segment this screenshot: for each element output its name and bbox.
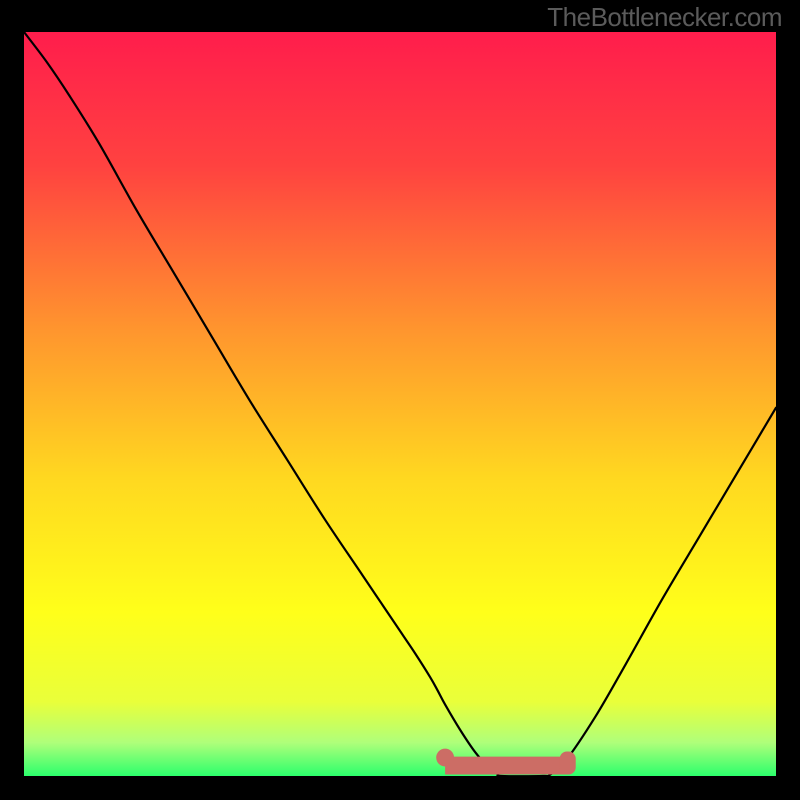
- chart-canvas: [24, 32, 776, 776]
- gradient-background: [24, 32, 776, 776]
- attribution-label: TheBottlenecker.com: [547, 2, 782, 33]
